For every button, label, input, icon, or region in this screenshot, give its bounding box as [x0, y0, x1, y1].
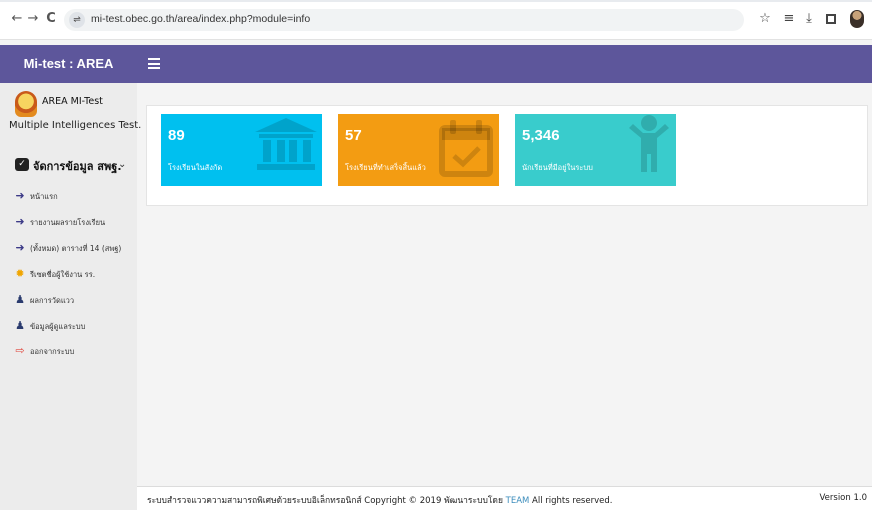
gear-icon: ✹ [15, 267, 25, 280]
user-icon: ♟ [15, 293, 25, 306]
stat-number: 57 [345, 127, 362, 144]
stat-number: 5,346 [522, 127, 560, 144]
menu-header-label: จัดการข้อมูล สพฐ. [33, 160, 122, 173]
stat-card-2[interactable]: 57 โรงเรียนที่ทำเสร็จสิ้นแล้ว [338, 114, 499, 186]
sidebar-item-label: ออกจากระบบ [30, 347, 75, 356]
site-info-icon[interactable]: ⇌ [69, 12, 85, 28]
menu-toggle-icon[interactable] [148, 58, 160, 69]
institution-icon [253, 116, 319, 176]
user-icon: ♟ [15, 319, 25, 332]
sidebar-item-6[interactable]: ♟ ข้อมูลผู้ดูแลระบบ [14, 320, 134, 334]
reading-list-icon[interactable]: ≡ [780, 10, 798, 28]
arrow-right-icon: ➜ [15, 189, 25, 202]
sidebar-item-label: (ทั้งหมด) ตารางที่ 14 (สพฐ) [30, 244, 122, 253]
sidebar-item-2[interactable]: ➜ รายงานผลรายโรงเรียน [14, 216, 134, 230]
stat-card-3[interactable]: 5,346 นักเรียนที่มีอยู่ในระบบ [515, 114, 676, 186]
user-subtitle: Multiple Intelligences Test. [9, 120, 142, 131]
sidebar-item-1[interactable]: ➜ หน้าแรก [14, 190, 134, 204]
stat-number: 89 [168, 127, 185, 144]
arrow-right-icon: ➜ [15, 215, 25, 228]
obec-logo-icon [15, 91, 37, 117]
sidebar-item-label: หน้าแรก [30, 192, 58, 201]
address-bar[interactable]: ⇌ mi-test.obec.go.th/area/index.php?modu… [64, 9, 744, 31]
calendar-check-icon [436, 118, 496, 182]
sign-out-icon: ⇨ [15, 344, 25, 357]
sidebar-item-4[interactable]: ✹ รีเซตชื่อผู้ใช้งาน รร. [14, 268, 134, 282]
sidebar: Mi-test : AREA AREA MI-Test Multiple Int… [0, 45, 141, 510]
forward-button[interactable]: → [24, 10, 42, 28]
sidebar-item-label: ผลการวัดแวว [30, 296, 75, 305]
reload-button[interactable]: C [42, 10, 60, 28]
check-square-icon: ✓ [15, 158, 29, 171]
url-text: mi-test.obec.go.th/area/index.php?module… [91, 13, 311, 25]
bookmark-star-icon[interactable]: ☆ [756, 10, 774, 28]
stats-panel: 89 โรงเรียนในสังกัด 57 โรงเรียนที่ทำเสร็จสิ… [146, 105, 868, 206]
version-label: Version 1.0 [819, 493, 867, 503]
profile-avatar-icon[interactable] [850, 10, 864, 28]
sidebar-item-7[interactable]: ⇨ ออกจากระบบ [14, 345, 134, 359]
top-navbar [137, 45, 872, 83]
footer-copyright: ระบบสำรวจแววความสามารถพิเศษด้วยระบบอิเล็… [147, 493, 612, 507]
stat-label: นักเรียนที่มีอยู่ในระบบ [522, 163, 593, 172]
team-link[interactable]: TEAM [506, 496, 530, 506]
child-icon [627, 114, 671, 178]
download-icon[interactable]: ⤓ [800, 10, 818, 28]
sidebar-item-label: ข้อมูลผู้ดูแลระบบ [30, 322, 86, 331]
sidebar-item-label: รีเซตชื่อผู้ใช้งาน รร. [30, 270, 96, 279]
footer-text-after: All rights reserved. [529, 496, 613, 506]
sidebar-item-3[interactable]: ➜ (ทั้งหมด) ตารางที่ 14 (สพฐ) [14, 242, 134, 256]
user-name: AREA MI-Test [42, 96, 103, 107]
stat-card-1[interactable]: 89 โรงเรียนในสังกัด [161, 114, 322, 186]
sidebar-brand[interactable]: Mi-test : AREA [0, 45, 137, 83]
browser-toolbar: ← → C ⇌ mi-test.obec.go.th/area/index.ph… [0, 0, 872, 40]
menu-header-manage-data[interactable]: ✓ จัดการข้อมูล สพฐ. ⌄ [15, 156, 133, 174]
sidebar-item-5[interactable]: ♟ ผลการวัดแวว [14, 294, 134, 308]
footer-text-before: ระบบสำรวจแววความสามารถพิเศษด้วยระบบอิเล็… [147, 496, 506, 506]
sidebar-item-label: รายงานผลรายโรงเรียน [30, 218, 106, 227]
stat-label: โรงเรียนที่ทำเสร็จสิ้นแล้ว [345, 163, 426, 172]
stat-label: โรงเรียนในสังกัด [168, 163, 223, 172]
side-panel-icon[interactable] [826, 14, 836, 24]
chevron-down-icon: ⌄ [118, 159, 127, 170]
footer: ระบบสำรวจแววความสามารถพิเศษด้วยระบบอิเล็… [137, 486, 872, 510]
arrow-right-icon: ➜ [15, 241, 25, 254]
tab-strip [0, 0, 872, 2]
